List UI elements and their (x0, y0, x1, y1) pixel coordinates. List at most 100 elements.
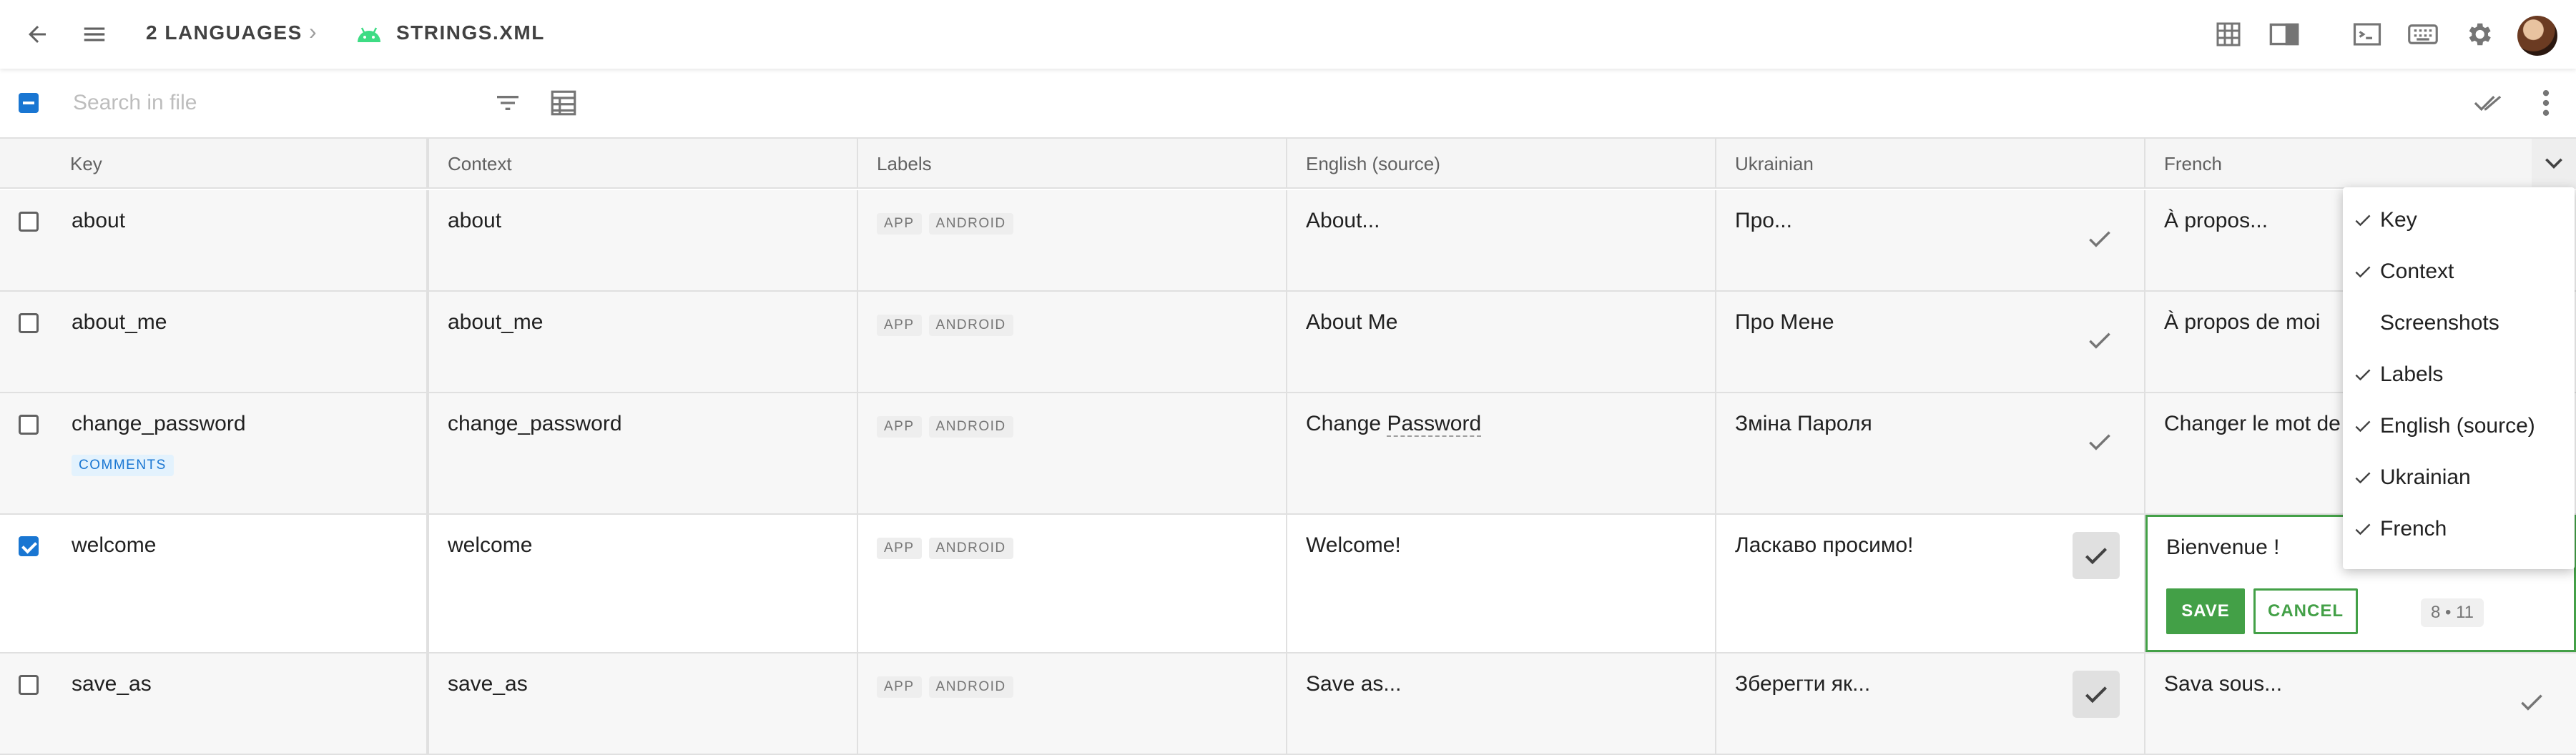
key-text: welcome (72, 533, 157, 557)
filter-icon[interactable] (491, 86, 525, 120)
label-tag: ANDROID (928, 315, 1013, 336)
label-tag: APP (877, 416, 922, 438)
double-check-icon[interactable] (2472, 86, 2506, 120)
menu-item-ukrainian[interactable]: Ukrainian (2343, 452, 2575, 503)
context-cell[interactable]: about (429, 190, 858, 290)
approve-check-icon[interactable] (2512, 682, 2552, 722)
columns-menu-button[interactable] (2532, 139, 2576, 189)
select-all-checkbox[interactable] (19, 93, 39, 113)
label-tag: APP (877, 676, 922, 698)
column-header-english[interactable]: English (source) (1287, 139, 1716, 189)
translation-cell-french[interactable]: Sava sous... (2145, 653, 2576, 754)
cancel-button[interactable]: CANCEL (2253, 588, 2358, 634)
back-arrow-icon[interactable] (20, 17, 54, 51)
translation-text: Про... (1735, 209, 1792, 232)
avatar[interactable] (2517, 16, 2557, 56)
translation-input[interactable]: Bienvenue ! (2166, 536, 2279, 559)
label-tag: ANDROID (928, 213, 1013, 235)
menu-item-labels[interactable]: Labels (2343, 349, 2575, 400)
table-row[interactable]: about about APP ANDROID About... Про... À… (0, 190, 2576, 292)
column-header-ukrainian[interactable]: Ukrainian (1716, 139, 2145, 189)
source-text: Save as... (1306, 672, 1402, 696)
translation-cell-ukrainian[interactable]: Ласкаво просимо! (1716, 515, 2145, 652)
translation-text: Про Мене (1735, 310, 1834, 334)
approve-check-icon[interactable] (2073, 671, 2120, 718)
label-tag: ANDROID (928, 538, 1013, 559)
menu-icon[interactable] (77, 17, 112, 51)
column-header-context[interactable]: Context (429, 139, 858, 189)
file-toolbar (0, 69, 2576, 139)
check-icon (2351, 349, 2374, 400)
approve-check-icon[interactable] (2080, 219, 2120, 259)
translation-text: Changer le mot de (2164, 412, 2341, 435)
labels-cell[interactable]: APP ANDROID (858, 653, 1287, 754)
column-header-key[interactable]: Key (0, 139, 429, 189)
menu-item-label: French (2380, 517, 2447, 541)
grid-header: Key Context Labels English (source) Ukra… (0, 139, 2576, 189)
source-text: Welcome! (1306, 533, 1401, 557)
comments-badge[interactable]: COMMENTS (72, 455, 174, 476)
menu-item-label: English (source) (2380, 414, 2535, 438)
source-cell: Welcome! (1287, 515, 1716, 652)
source-text: About Me (1306, 310, 1398, 334)
search-input[interactable] (73, 87, 473, 119)
translation-cell-ukrainian[interactable]: Про... (1716, 190, 2145, 290)
approve-check-icon[interactable] (2073, 532, 2120, 579)
counter-source: 11 (2456, 603, 2474, 622)
translation-text: Sava sous... (2164, 672, 2283, 696)
translation-text: À propos... (2164, 209, 2268, 232)
gear-icon[interactable] (2462, 17, 2496, 51)
check-icon (2351, 194, 2374, 246)
counter-current: 8 (2431, 603, 2441, 622)
grid-view-icon[interactable] (2211, 17, 2246, 51)
column-header-labels[interactable]: Labels (858, 139, 1287, 189)
menu-item-french[interactable]: French (2343, 503, 2575, 555)
approve-check-icon[interactable] (2080, 422, 2120, 462)
table-icon[interactable] (546, 86, 581, 120)
breadcrumb-file[interactable]: STRINGS.XML (396, 21, 545, 44)
context-text: about_me (448, 310, 544, 334)
menu-item-context[interactable]: Context (2343, 246, 2575, 297)
label-tag: ANDROID (928, 416, 1013, 438)
context-cell[interactable]: welcome (429, 515, 858, 652)
approve-check-icon[interactable] (2080, 320, 2120, 360)
table-row[interactable]: about_me about_me APP ANDROID About Me Пр… (0, 292, 2576, 393)
translation-text: À propos de moi (2164, 310, 2321, 334)
breadcrumb-project[interactable]: 2 LANGUAGES (146, 21, 303, 44)
context-cell[interactable]: save_as (429, 653, 858, 754)
translation-cell-ukrainian[interactable]: Зберегти як... (1716, 653, 2145, 754)
check-icon (2351, 246, 2374, 297)
source-text: About... (1306, 209, 1380, 232)
menu-item-label: Context (2380, 260, 2454, 283)
translation-cell-ukrainian[interactable]: Про Мене (1716, 292, 2145, 392)
label-tag: APP (877, 315, 922, 336)
terminal-icon[interactable] (2350, 17, 2384, 51)
menu-item-label: Screenshots (2380, 311, 2499, 335)
context-cell[interactable]: change_password (429, 393, 858, 513)
context-text: change_password (448, 412, 622, 435)
key-text: about_me (72, 310, 167, 334)
table-row[interactable]: change_password COMMENTS change_password … (0, 393, 2576, 515)
more-vert-icon[interactable] (2529, 86, 2563, 120)
labels-cell[interactable]: APP ANDROID (858, 190, 1287, 290)
labels-cell[interactable]: APP ANDROID (858, 292, 1287, 392)
keyboard-icon[interactable] (2406, 17, 2440, 51)
glossary-term[interactable]: Password (1387, 412, 1482, 437)
label-tag: ANDROID (928, 676, 1013, 698)
android-icon (352, 17, 386, 51)
side-panel-icon[interactable] (2267, 17, 2301, 51)
column-header-french[interactable]: French (2145, 139, 2532, 189)
menu-item-key[interactable]: Key (2343, 194, 2575, 246)
table-row[interactable]: welcome welcome APP ANDROID Welcome! Ласк… (0, 515, 2576, 653)
key-cell: about (0, 190, 429, 290)
translation-cell-ukrainian[interactable]: Зміна Пароля (1716, 393, 2145, 513)
counter-separator: • (2445, 603, 2452, 622)
table-row[interactable]: save_as save_as APP ANDROID Save as... Зб… (0, 653, 2576, 755)
labels-cell[interactable]: APP ANDROID (858, 393, 1287, 513)
check-icon (2351, 452, 2374, 503)
context-cell[interactable]: about_me (429, 292, 858, 392)
labels-cell[interactable]: APP ANDROID (858, 515, 1287, 652)
menu-item-screenshots[interactable]: Screenshots (2343, 297, 2575, 349)
menu-item-english[interactable]: English (source) (2343, 400, 2575, 452)
save-button[interactable]: SAVE (2166, 588, 2245, 634)
